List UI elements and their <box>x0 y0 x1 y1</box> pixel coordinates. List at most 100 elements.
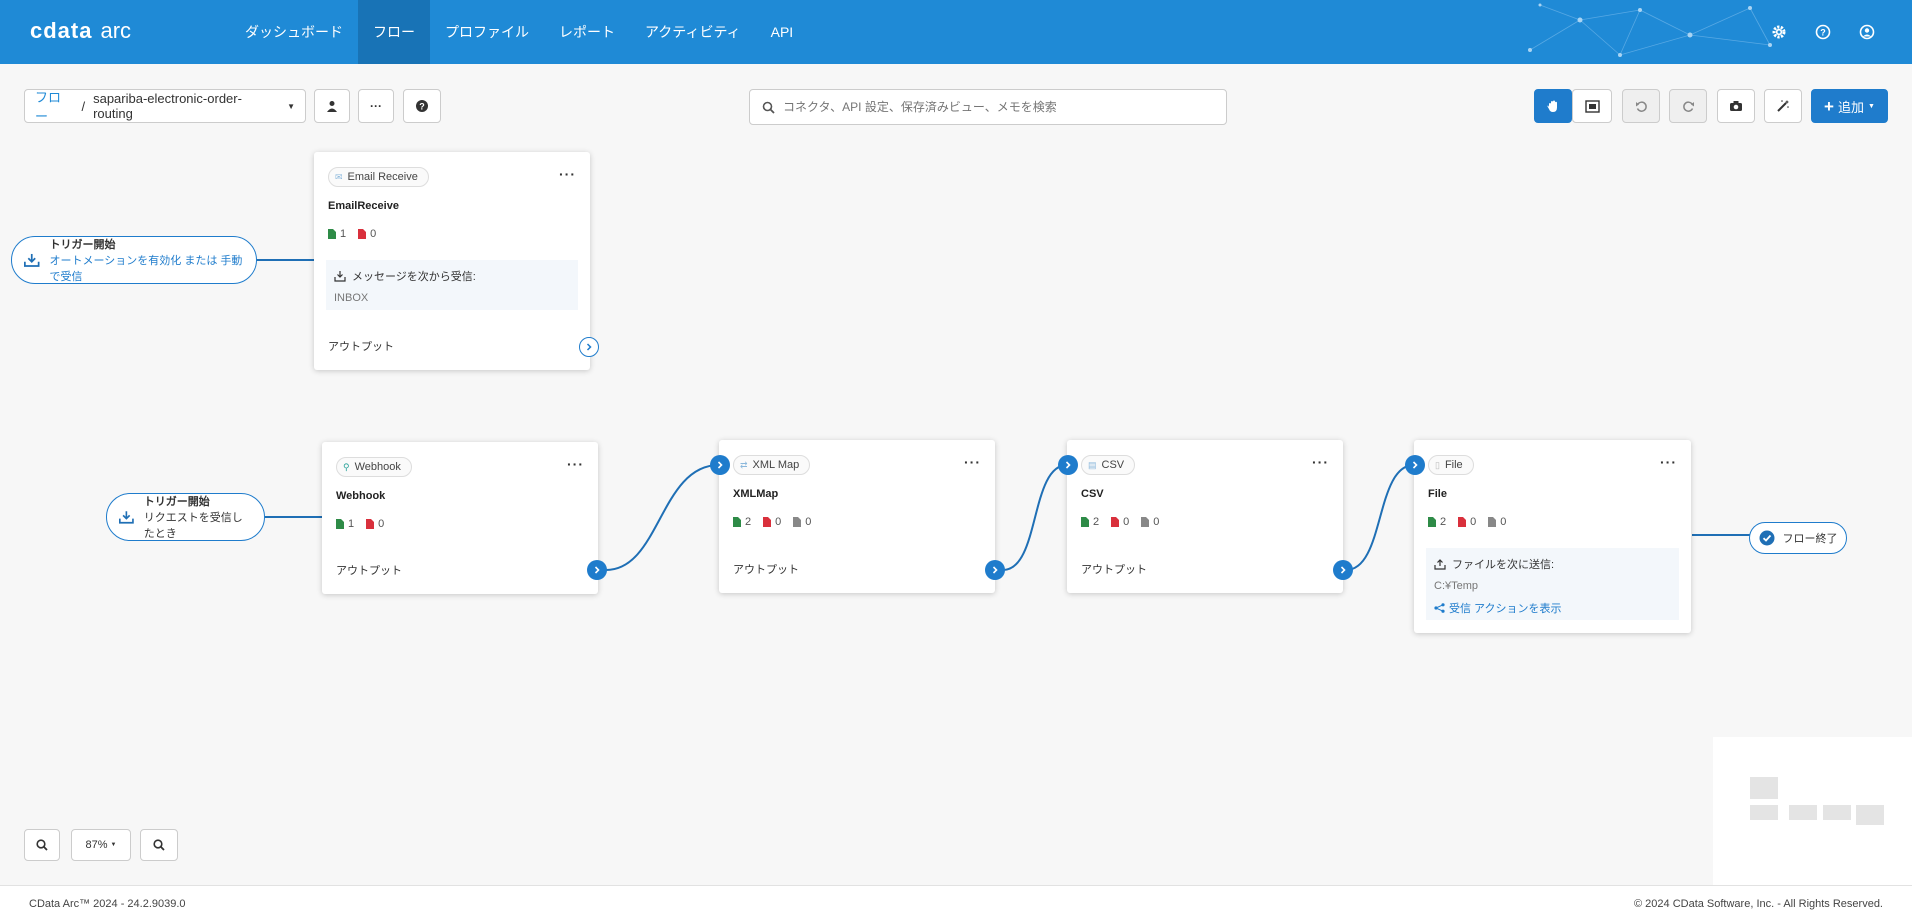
node-counts: 1 0 <box>336 518 384 530</box>
node-webhook[interactable]: ⚲ Webhook ··· Webhook 1 0 アウトプット <box>322 442 607 594</box>
minimap-node <box>1750 777 1778 799</box>
flow-name: sapariba-electronic-order-routing <box>93 91 242 121</box>
input-port[interactable] <box>1405 455 1425 475</box>
chevron-down-icon: ▼ <box>287 101 295 111</box>
input-port[interactable] <box>1058 455 1078 475</box>
zoom-out-button[interactable] <box>24 829 60 861</box>
connector-type: Email Receive <box>347 171 418 183</box>
error-count[interactable]: 0 <box>366 518 384 530</box>
add-button[interactable]: + 追加 ▼ <box>1811 89 1888 123</box>
auto-arrange-button[interactable] <box>1764 89 1802 123</box>
node-menu-icon[interactable]: ··· <box>1312 454 1329 470</box>
csv-icon: ▤ <box>1088 459 1097 470</box>
flow-owner-button[interactable] <box>314 89 350 123</box>
user-icon[interactable] <box>1857 22 1877 42</box>
error-count[interactable]: 0 <box>763 516 781 528</box>
trigger-start-webhook[interactable]: トリガー開始 リクエストを受信したとき <box>106 493 265 541</box>
trigger-start-email[interactable]: トリガー開始 オートメーションを有効化 または 手動で受信 <box>11 236 257 284</box>
search-icon <box>762 101 775 114</box>
error-count[interactable]: 0 <box>1111 516 1129 528</box>
success-count[interactable]: 2 <box>1428 516 1446 528</box>
search-box[interactable] <box>749 89 1227 125</box>
chevron-right-icon <box>586 343 592 351</box>
minimap[interactable] <box>1713 737 1912 885</box>
node-menu-icon[interactable]: ··· <box>964 454 981 470</box>
success-count[interactable]: 2 <box>733 516 751 528</box>
zoom-level-dropdown[interactable]: 87% ▼ <box>71 829 131 861</box>
info-label-text: ファイルを次に送信: <box>1452 559 1555 571</box>
caret-down-icon: ▼ <box>1868 102 1875 110</box>
node-name: File <box>1428 488 1447 500</box>
help-icon[interactable]: ? <box>1813 22 1833 42</box>
zoom-in-icon <box>153 839 165 851</box>
pending-count[interactable]: 0 <box>1141 516 1159 528</box>
file-error-icon <box>763 517 772 527</box>
breadcrumb-flows-link[interactable]: フロー <box>35 87 73 125</box>
trigger-subtitle: リクエストを受信したとき <box>143 512 243 540</box>
node-menu-icon[interactable]: ··· <box>1660 454 1677 470</box>
hand-icon <box>1547 100 1557 112</box>
output-port[interactable] <box>587 560 607 580</box>
info-value: C:¥Temp <box>1434 580 1479 592</box>
add-button-label: 追加 <box>1837 99 1864 115</box>
xml-map-icon: ⇄ <box>740 459 748 470</box>
error-count[interactable]: 0 <box>1458 516 1476 528</box>
search-input[interactable] <box>783 100 1203 114</box>
nav-item-flows[interactable]: フロー <box>358 0 430 64</box>
settings-icon[interactable] <box>1769 22 1789 42</box>
output-port[interactable] <box>1333 560 1353 580</box>
output-port[interactable] <box>985 560 1005 580</box>
minimap-node <box>1856 805 1884 825</box>
success-count[interactable]: 1 <box>328 228 346 240</box>
app-logo[interactable]: cdata arc <box>30 18 131 44</box>
fit-view-button[interactable] <box>1572 89 1612 123</box>
nav-item-activity[interactable]: アクティビティ <box>630 0 756 64</box>
success-count[interactable]: 1 <box>336 518 354 530</box>
receive-action-text: 受信 アクションを表示 <box>1449 603 1562 615</box>
zoom-in-button[interactable] <box>140 829 178 861</box>
info-value: INBOX <box>334 292 369 304</box>
success-count-value: 1 <box>348 518 355 530</box>
node-file[interactable]: ▯ File ··· File 2 0 0 ファイルを次に送信: C:¥Temp… <box>1405 440 1691 633</box>
info-label: ファイルを次に送信: <box>1434 556 1671 572</box>
connector-tag: ✉ Email Receive <box>328 167 429 187</box>
nav-item-reports[interactable]: レポート <box>544 0 630 64</box>
redo-button[interactable] <box>1669 89 1707 123</box>
ellipsis-icon: ··· <box>370 99 382 113</box>
pending-count[interactable]: 0 <box>793 516 811 528</box>
node-menu-icon[interactable]: ··· <box>567 456 584 472</box>
connector-type: CSV <box>1101 459 1125 471</box>
flow-end-node[interactable]: フロー終了 <box>1749 522 1847 554</box>
node-csv[interactable]: ▤ CSV ··· CSV 2 0 0 アウトプット <box>1058 440 1353 593</box>
magic-wand-icon <box>1777 100 1789 112</box>
minimap-node <box>1750 805 1778 820</box>
undo-button[interactable] <box>1622 89 1660 123</box>
zoom-out-icon <box>36 839 48 851</box>
node-xml-map[interactable]: ⇄ XML Map ··· XMLMap 2 0 0 アウトプット <box>710 440 1005 593</box>
trigger-text: トリガー開始 オートメーションを有効化 または 手動で受信 <box>50 236 245 284</box>
pending-count[interactable]: 0 <box>1488 516 1506 528</box>
node-email-receive[interactable]: ✉ Email Receive ··· EmailReceive 1 0 メッセ… <box>314 152 599 370</box>
input-port[interactable] <box>710 455 730 475</box>
error-count[interactable]: 0 <box>358 228 376 240</box>
nav-item-api[interactable]: API <box>756 0 809 64</box>
node-menu-icon[interactable]: ··· <box>559 166 576 182</box>
connector-type: XML Map <box>752 459 800 471</box>
flow-canvas[interactable]: トリガー開始 オートメーションを有効化 または 手動で受信 トリガー開始 リクエ… <box>0 140 1912 885</box>
breadcrumb-separator: / <box>81 98 86 114</box>
output-port[interactable] <box>579 337 599 357</box>
error-count-value: 0 <box>378 518 385 530</box>
more-options-button[interactable]: ··· <box>358 89 394 123</box>
pan-mode-button[interactable] <box>1534 89 1572 123</box>
copyright-text: © 2024 CData Software, Inc. - All Rights… <box>1634 898 1883 910</box>
nav-item-dashboard[interactable]: ダッシュボード <box>230 0 358 64</box>
success-count[interactable]: 2 <box>1081 516 1099 528</box>
receive-action-link[interactable]: 受信 アクションを表示 <box>1434 600 1671 616</box>
file-error-icon <box>358 229 367 239</box>
person-icon <box>327 101 337 112</box>
breadcrumb[interactable]: フロー / sapariba-electronic-order-routing … <box>24 87 306 125</box>
snapshot-button[interactable] <box>1717 89 1755 123</box>
help-button[interactable]: ? <box>403 89 441 123</box>
flow-end-label: フロー終了 <box>1782 533 1838 545</box>
nav-item-profile[interactable]: プロファイル <box>430 0 544 64</box>
